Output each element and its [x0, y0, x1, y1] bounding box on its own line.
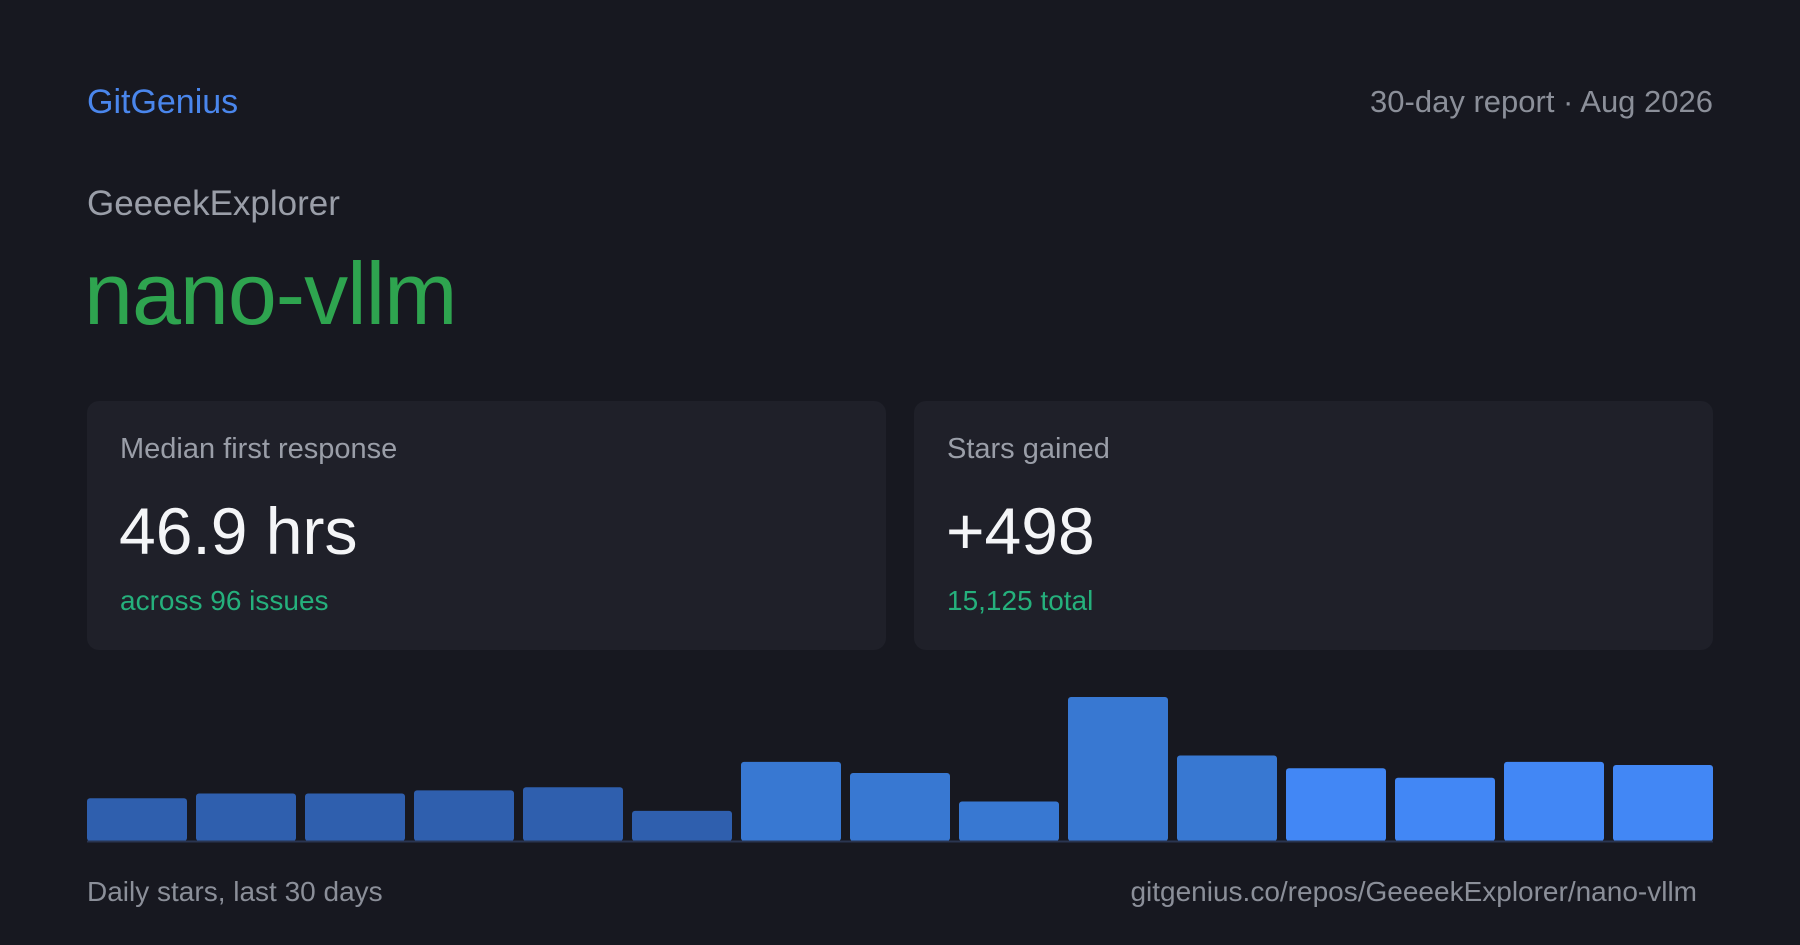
- brand-logo[interactable]: GitGenius: [87, 82, 238, 122]
- bar-11: [1177, 755, 1277, 841]
- chart-caption: Daily stars, last 30 days: [87, 876, 383, 907]
- bar-2: [196, 793, 296, 841]
- daily-stars-bars: [87, 697, 1713, 843]
- card-value: 46.9 hrs: [119, 494, 358, 568]
- bar-3: [305, 793, 405, 841]
- card-label: Median first response: [120, 433, 398, 465]
- stars-gained-card: Stars gained +498 15,125 total: [914, 401, 1713, 650]
- bar-6: [632, 810, 732, 841]
- card-label: Stars gained: [947, 433, 1110, 465]
- bar-8: [850, 772, 950, 841]
- bar-1: [87, 798, 187, 841]
- bar-5: [523, 787, 623, 841]
- repo-name[interactable]: nano-vllm: [84, 244, 457, 344]
- bar-9: [959, 801, 1059, 841]
- bar-7: [741, 761, 841, 841]
- bar-10: [1068, 697, 1168, 841]
- bar-12: [1286, 768, 1386, 841]
- repo-url-link[interactable]: gitgenius.co/repos/GeeeekExplorer/nano-v…: [1130, 874, 1697, 910]
- bar-13: [1395, 777, 1495, 841]
- median-first-response-card: Median first response 46.9 hrs across 96…: [87, 401, 886, 650]
- card-subtext: across 96 issues: [120, 585, 329, 616]
- daily-stars-chart: [87, 690, 1713, 843]
- report-period: 30-day report · Aug 2026: [1370, 84, 1713, 119]
- card-subtext: 15,125 total: [947, 585, 1094, 616]
- bar-4: [414, 790, 514, 841]
- bar-14: [1504, 761, 1604, 841]
- card-value: +498: [946, 494, 1095, 568]
- repo-owner[interactable]: GeeeekExplorer: [87, 183, 340, 225]
- bar-15: [1613, 765, 1713, 841]
